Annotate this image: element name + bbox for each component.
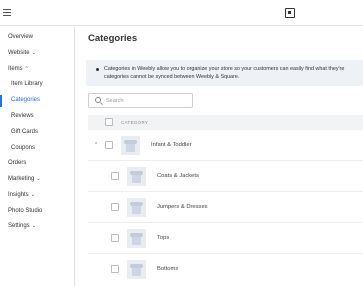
row-checkbox[interactable] [111,172,119,180]
sidebar-item-marketing[interactable]: Marketing ⌄ [8,176,41,182]
category-name[interactable]: Coats & Jackets [157,173,199,179]
active-indicator [0,95,2,107]
row-checkbox[interactable] [111,265,119,273]
sidebar-item-reviews[interactable]: Reviews [11,113,34,119]
row-checkbox[interactable] [105,141,113,149]
column-header-category: CATEGORY [121,120,149,125]
sidebar-item-photo-studio[interactable]: Photo Studio [8,208,42,214]
sidebar-item-website[interactable]: Website ⌄ [8,50,36,56]
search-icon [95,97,101,103]
category-name[interactable]: Jumpers & Dresses [157,204,208,210]
category-name[interactable]: Infant & Toddler [151,142,192,148]
sidebar-item-categories[interactable]: Categories [11,97,40,103]
category-name[interactable]: Tops [157,235,169,241]
notice-text: Categories in Weebly allow you to organi… [104,66,345,80]
category-name[interactable]: Bottoms [157,266,178,272]
top-bar [0,0,363,26]
row-checkbox[interactable] [111,203,119,211]
sidebar-item-orders[interactable]: Orders [8,160,26,166]
sidebar-item-settings[interactable]: Settings ⌄ [8,223,36,229]
select-all-checkbox[interactable] [105,118,113,126]
sidebar-item-items[interactable]: Items ⌃ [8,66,29,72]
chevron-down-icon: ⌄ [30,192,35,198]
row-checkbox[interactable] [111,234,119,242]
sidebar-item-item-library[interactable]: Item Library [11,81,43,87]
category-thumbnail [127,229,146,248]
search-input[interactable] [106,96,186,106]
chevron-down-icon: ⌄ [31,50,36,56]
table-row[interactable]: Tops [88,223,363,254]
info-notice: Categories in Weebly allow you to organi… [86,60,363,86]
sidebar-item-gift-cards[interactable]: Gift Cards [11,129,38,135]
category-thumbnail [127,198,146,217]
table-row[interactable]: Coats & Jackets [88,161,363,192]
bullet-icon [96,68,99,71]
table-row[interactable]: Jumpers & Dresses [88,192,363,223]
table-row[interactable]: ⌃ Infant & Toddler [88,130,363,161]
category-thumbnail [121,136,140,155]
sidebar-item-overview[interactable]: Overview [8,34,33,40]
chevron-down-icon: ⌄ [31,223,36,229]
main-content: Categories Categories in Weebly allow yo… [76,27,363,286]
search-box[interactable] [88,93,193,108]
page-title: Categories [88,33,138,44]
square-logo-icon[interactable] [285,8,295,18]
sidebar: Overview Website ⌄ Items ⌃ Item Library Ca… [0,27,75,286]
chevron-down-icon: ⌄ [36,176,41,182]
sidebar-item-insights[interactable]: Insights ⌄ [8,192,35,198]
hamburger-icon[interactable] [3,9,11,16]
category-thumbnail [127,167,146,186]
sidebar-item-coupons[interactable]: Coupons [11,145,35,151]
chevron-up-icon: ⌃ [24,66,29,72]
table-header: CATEGORY [88,115,363,130]
chevron-up-icon[interactable]: ⌃ [94,142,98,148]
table-row[interactable]: Bottoms [88,254,363,285]
category-thumbnail [127,260,146,279]
